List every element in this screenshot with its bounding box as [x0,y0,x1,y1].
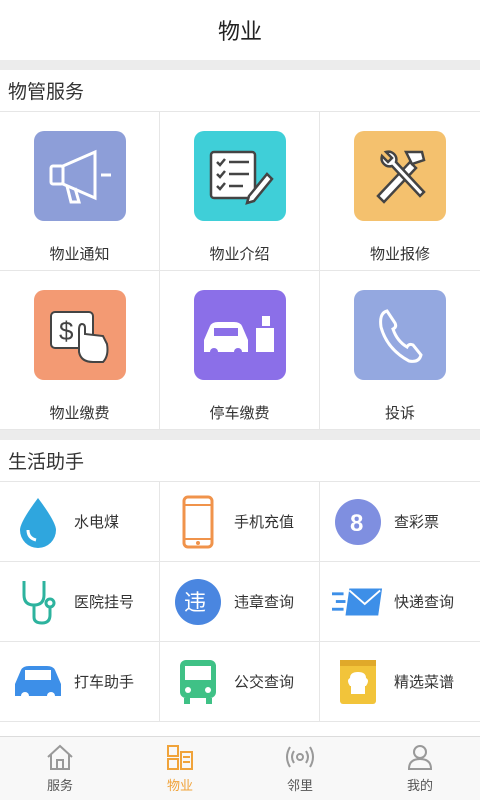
section-title-life-helpers: 生活助手 [0,440,480,482]
property-services-grid: 物业通知 物业介绍 物业报修 $ 物业缴费 停车缴费 投诉 [0,112,480,430]
page-title: 物业 [217,20,262,45]
tile-label: 停车缴费 [209,404,270,422]
tile-property-intro[interactable]: 物业介绍 [160,112,320,271]
item-hospital[interactable]: 医院挂号 [0,562,160,642]
tile-label: 物业报修 [369,245,430,263]
section-gap [0,60,480,70]
wrench-hammer-icon [354,131,446,221]
tab-services[interactable]: 服务 [0,737,120,800]
mobile-icon [172,495,224,548]
item-mobile-topup[interactable]: 手机充值 [160,482,320,562]
tab-label: 邻里 [286,779,313,794]
user-icon [407,745,433,770]
phone-icon [354,290,446,380]
item-taxi[interactable]: 打车助手 [0,642,160,722]
tile-label: 物业缴费 [49,404,110,422]
tab-mine[interactable]: 我的 [360,737,480,800]
section-title-property-services: 物管服务 [0,70,480,112]
checklist-icon [193,131,286,221]
tab-property[interactable]: 物业 [120,737,240,800]
taxi-icon [12,656,64,708]
stethoscope-icon [12,576,64,628]
tab-label: 我的 [406,779,433,794]
tile-label: 投诉 [384,404,415,422]
item-recipes[interactable]: 精选菜谱 [320,642,480,722]
tile-property-payment[interactable]: $ 物业缴费 [0,271,160,430]
pay-hand-icon: $ [33,290,126,380]
life-helpers-grid: 水电煤 手机充值 8 查彩票 医院挂号 违 违章查询 快递查询 打车助手 公交查… [0,482,480,722]
property-icon [167,745,193,770]
item-label: 快递查询 [394,593,455,611]
bottom-tab-bar: 服务 物业 邻里 我的 [0,736,480,800]
item-label: 医院挂号 [74,593,135,611]
tile-property-notice[interactable]: 物业通知 [0,112,160,271]
tab-neighbors[interactable]: 邻里 [240,737,360,800]
item-bus-query[interactable]: 公交查询 [160,642,320,722]
lottery-8-icon: 8 [332,496,384,548]
item-label: 手机充值 [234,513,295,531]
item-label: 查彩票 [394,513,440,531]
item-label: 违章查询 [234,593,295,611]
item-utilities[interactable]: 水电煤 [0,482,160,562]
svg-text:$: $ [59,316,74,346]
home-icon [47,744,73,770]
tile-complaint[interactable]: 投诉 [320,271,480,430]
tile-property-repair[interactable]: 物业报修 [320,112,480,271]
recipe-book-icon [332,656,384,708]
express-mail-icon [332,576,384,628]
megaphone-icon [33,131,126,221]
page-header: 物业 [0,0,480,60]
item-express-query[interactable]: 快递查询 [320,562,480,642]
violation-icon: 违 [172,576,224,628]
tab-label: 物业 [166,779,193,794]
item-label: 打车助手 [74,673,135,691]
parking-car-icon [193,290,286,380]
item-label: 水电煤 [74,513,120,531]
item-label: 公交查询 [234,673,295,691]
violation-glyph: 违 [184,591,206,616]
item-violation-query[interactable]: 违 违章查询 [160,562,320,642]
bus-icon [172,656,224,708]
tab-label: 服务 [46,779,73,794]
item-label: 精选菜谱 [394,673,455,691]
item-lottery[interactable]: 8 查彩票 [320,482,480,562]
tile-label: 物业介绍 [209,245,270,263]
neighbor-signal-icon [286,746,314,768]
tile-label: 物业通知 [49,245,110,263]
section-gap [0,430,480,440]
tile-parking-payment[interactable]: 停车缴费 [160,271,320,430]
water-drop-icon [12,496,64,548]
svg-text:8: 8 [350,510,363,537]
